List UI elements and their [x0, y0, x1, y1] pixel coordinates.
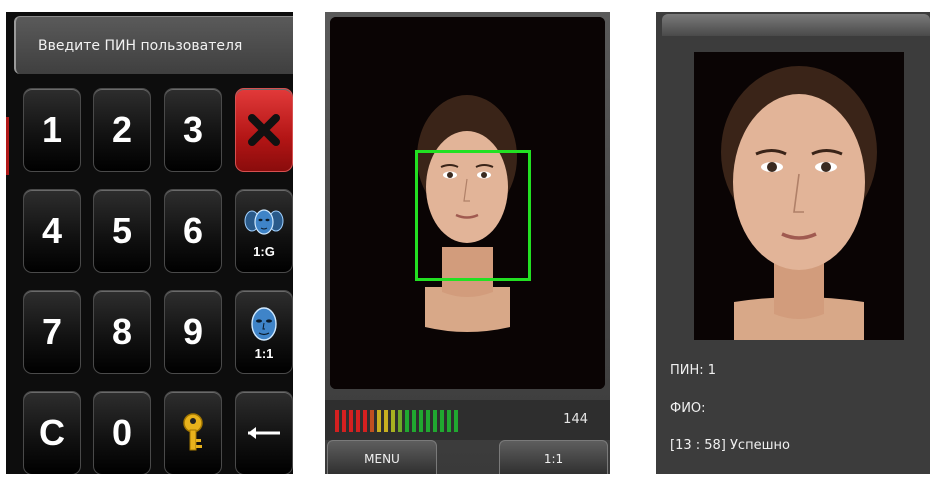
meter-bar [447, 410, 451, 432]
arrow-left-icon [248, 427, 280, 439]
key-button[interactable] [164, 391, 222, 474]
key-8[interactable]: 8 [93, 290, 151, 374]
user-photo [694, 52, 904, 340]
quality-meter: 144 [325, 400, 610, 440]
meter-bar [419, 410, 423, 432]
meter-bar [377, 410, 381, 432]
meter-bar [398, 410, 402, 432]
close-icon [248, 114, 280, 146]
key-clear[interactable]: C [23, 391, 81, 474]
face-capture-screen: 144 MENU 1:1 [325, 12, 610, 474]
pin-keypad-screen: Введите ПИН пользователя 1 2 3 4 5 6 1:G… [6, 12, 293, 474]
mode-button[interactable]: 1:1 [499, 440, 608, 474]
single-face-icon [251, 306, 277, 341]
meter-bar [391, 410, 395, 432]
cancel-button[interactable] [235, 88, 293, 172]
one-to-group-button[interactable]: 1:G [235, 189, 293, 273]
one-to-one-button[interactable]: 1:1 [235, 290, 293, 374]
meter-bar [384, 410, 388, 432]
meter-bar [356, 410, 360, 432]
meter-bar [412, 410, 416, 432]
key-5[interactable]: 5 [93, 189, 151, 273]
meter-bar [440, 410, 444, 432]
pin-input-field[interactable]: Введите ПИН пользователя [14, 16, 293, 74]
meter-bar [363, 410, 367, 432]
key-0[interactable]: 0 [93, 391, 151, 474]
meter-bar [342, 410, 346, 432]
key-2[interactable]: 2 [93, 88, 151, 172]
menu-button[interactable]: MENU [327, 440, 437, 474]
key-9[interactable]: 9 [164, 290, 222, 374]
meter-bar [405, 410, 409, 432]
key-icon [183, 413, 203, 451]
red-edge-strip [6, 117, 9, 175]
meter-bar [433, 410, 437, 432]
meter-bar [454, 410, 458, 432]
one-to-one-label: 1:1 [254, 345, 274, 361]
name-line: ФИО: [670, 401, 706, 416]
verification-result-screen: ПИН: 1 ФИО: [13 : 58] Успешно [656, 12, 930, 474]
key-7[interactable]: 7 [23, 290, 81, 374]
user-portrait-image [694, 52, 904, 340]
pin-prompt: Введите ПИН пользователя [38, 38, 243, 54]
meter-bar [370, 410, 374, 432]
quality-score: 144 [563, 412, 588, 427]
backspace-button[interactable] [235, 391, 293, 474]
meter-bar [426, 410, 430, 432]
key-6[interactable]: 6 [164, 189, 222, 273]
key-4[interactable]: 4 [23, 189, 81, 273]
key-1[interactable]: 1 [23, 88, 81, 172]
one-to-group-label: 1:G [253, 243, 275, 259]
face-detection-box [415, 150, 531, 281]
pin-line: ПИН: 1 [670, 363, 717, 378]
camera-preview [330, 17, 605, 389]
title-bar [662, 14, 930, 36]
meter-bar [349, 410, 353, 432]
meter-bar [335, 410, 339, 432]
group-faces-icon [244, 208, 284, 235]
key-3[interactable]: 3 [164, 88, 222, 172]
status-line: [13 : 58] Успешно [670, 438, 790, 453]
